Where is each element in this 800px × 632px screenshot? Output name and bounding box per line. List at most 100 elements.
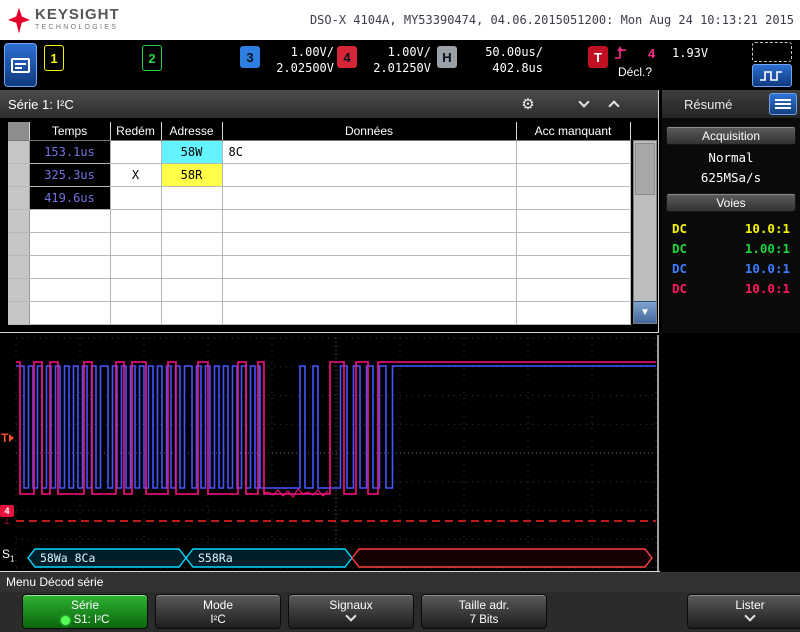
lister-title: Série 1: I²C <box>8 97 74 112</box>
horizontal-badge[interactable]: H <box>437 46 457 68</box>
horizontal-readout[interactable]: 50.00us/ 402.8us <box>463 44 543 76</box>
trigger-status: Décl.? <box>618 65 652 79</box>
acquisition-button[interactable]: Acquisition <box>666 126 796 145</box>
lister-row[interactable] <box>8 209 630 232</box>
timebase-value: 50.00us/ <box>463 44 543 60</box>
lister-table-header: Temps Redém Adresse Données Acc manquant <box>8 122 630 140</box>
scrollbar-thumb[interactable] <box>635 143 655 195</box>
gear-icon[interactable]: ⚙ <box>516 95 540 113</box>
channel-2-key[interactable]: 2 <box>142 45 162 71</box>
channel-4-offset: 2.01250V <box>363 60 431 76</box>
lister-scrollbar[interactable]: ▼ <box>633 140 657 324</box>
lister-row[interactable]: 325.3usX58R <box>8 163 630 186</box>
main-menu-button[interactable] <box>4 43 37 87</box>
trigger-edge-icon <box>613 45 628 61</box>
channel-status-row: DC1.00:1 <box>662 238 800 258</box>
column-header-donnees: Données <box>222 122 516 140</box>
instrument-status-line: DSO-X 4104A, MY53390474, 04.06.201505120… <box>310 13 794 27</box>
chevron-up-icon[interactable] <box>602 95 626 113</box>
menu-title-bar: Menu Décod série <box>0 572 800 592</box>
softkey-label: Série <box>23 598 147 612</box>
softkey-mode[interactable]: Mode I²C <box>155 594 281 629</box>
ground-icon: ⊥ <box>0 517 14 526</box>
softkey-bar: Série S1: I²C Mode I²C Signaux Taille ad… <box>0 592 800 632</box>
keysight-logo: KEYSIGHT TECHNOLOGIES <box>8 7 120 34</box>
summary-title: Résumé <box>684 97 732 112</box>
lister-row[interactable] <box>8 232 630 255</box>
channel-status-list: DC10.0:1DC1.00:1DC10.0:1DC10.0:1 <box>662 218 800 298</box>
serial-bus-marker: S1 <box>2 547 14 563</box>
softkey-serie[interactable]: Série S1: I²C <box>22 594 148 629</box>
softkey-value: 7 Bits <box>422 614 546 626</box>
column-header-adresse: Adresse <box>161 122 222 140</box>
channel-3-readout[interactable]: 1.00V/ 2.02500V <box>266 44 334 76</box>
channel-4-badge[interactable]: 4 <box>337 46 357 68</box>
touch-waveform-button[interactable] <box>752 64 792 87</box>
svg-text:S58Ra: S58Ra <box>198 551 233 565</box>
trigger-source: 4 <box>648 46 655 61</box>
summary-sidebar: Résumé Acquisition Normal 625MSa/s Voies… <box>662 90 800 333</box>
trigger-level-value[interactable]: 1.93V <box>672 46 708 60</box>
softkey-taille-adr[interactable]: Taille adr. 7 Bits <box>421 594 547 629</box>
softkey-value: S1: I²C <box>74 614 110 626</box>
lister-row[interactable] <box>8 301 630 324</box>
channel-status-row: DC10.0:1 <box>662 258 800 278</box>
channel-3-scale: 1.00V/ <box>266 44 334 60</box>
list-view-button[interactable] <box>769 93 797 115</box>
top-info-bar: KEYSIGHT TECHNOLOGIES DSO-X 4104A, MY533… <box>0 0 800 40</box>
softkey-value: I²C <box>156 614 280 626</box>
chevron-down-icon <box>688 616 800 620</box>
trigger-badge[interactable]: T <box>588 46 608 68</box>
right-triangle-icon <box>9 434 14 442</box>
channel-3-badge[interactable]: 3 <box>240 46 260 68</box>
acquisition-mode: Normal <box>662 150 800 165</box>
waveform-display[interactable]: 58Wa 8Ca S58Ra T 4 ⊥ S1 <box>0 335 800 571</box>
lister-title-bar: Série 1: I²C ⚙ <box>0 90 658 118</box>
delay-value: 402.8us <box>463 60 543 76</box>
softkey-label: Lister <box>688 598 800 612</box>
channel-status-row: DC10.0:1 <box>662 218 800 238</box>
trigger-marker-label: T <box>1 431 8 445</box>
channel-1-key[interactable]: 1 <box>44 45 64 71</box>
scroll-down-button[interactable]: ▼ <box>634 301 656 323</box>
channels-button[interactable]: Voies <box>666 193 796 212</box>
sample-rate: 625MSa/s <box>662 170 800 185</box>
summary-title-bar: Résumé <box>662 90 800 118</box>
scope-header-bar: 1 2 3 1.00V/ 2.02500V 4 1.00V/ 2.01250V … <box>0 40 800 90</box>
channel-4-readout[interactable]: 1.00V/ 2.01250V <box>363 44 431 76</box>
lister-row[interactable] <box>8 255 630 278</box>
menu-title: Menu Décod série <box>6 575 103 589</box>
brand-subtitle: TECHNOLOGIES <box>35 24 120 31</box>
brand-text: KEYSIGHT TECHNOLOGIES <box>35 7 120 31</box>
step-waveform-icon <box>759 69 785 83</box>
trigger-zone-icon[interactable] <box>752 42 792 62</box>
keysight-spark-icon <box>8 7 30 34</box>
column-header-redem: Redém <box>110 122 161 140</box>
serial-on-indicator-icon <box>61 616 70 625</box>
trigger-level-marker[interactable]: T <box>1 431 14 445</box>
softkey-label: Mode <box>156 598 280 612</box>
row-gutter-header <box>8 122 29 140</box>
channel-status-row: DC10.0:1 <box>662 278 800 298</box>
list-icon <box>775 99 791 101</box>
svg-text:58Wa 8Ca: 58Wa 8Ca <box>40 551 95 565</box>
channel-4-scale: 1.00V/ <box>363 44 431 60</box>
channel-4-ground-marker[interactable]: 4 ⊥ <box>0 505 14 526</box>
serial-lister-panel: Série 1: I²C ⚙ Temps Redém Adresse Donné… <box>0 90 659 333</box>
lister-row[interactable] <box>8 278 630 301</box>
column-header-temps: Temps <box>29 122 110 140</box>
softkey-lister[interactable]: Lister <box>687 594 800 629</box>
waveform-svg: 58Wa 8Ca S58Ra <box>0 335 660 571</box>
softkey-signaux[interactable]: Signaux <box>288 594 414 629</box>
chevron-down-icon <box>289 616 413 620</box>
lister-table: Temps Redém Adresse Données Acc manquant… <box>8 122 631 325</box>
softkey-label: Taille adr. <box>422 598 546 612</box>
lister-table-body: 153.1us58W8C325.3usX58R419.6us <box>8 140 630 324</box>
lister-row[interactable]: 419.6us <box>8 186 630 209</box>
chevron-down-icon[interactable] <box>572 95 596 113</box>
screen-icon <box>11 58 30 73</box>
channel-3-offset: 2.02500V <box>266 60 334 76</box>
lister-row[interactable]: 153.1us58W8C <box>8 140 630 163</box>
brand-name: KEYSIGHT <box>35 7 120 23</box>
column-header-acc: Acc manquant <box>516 122 630 140</box>
